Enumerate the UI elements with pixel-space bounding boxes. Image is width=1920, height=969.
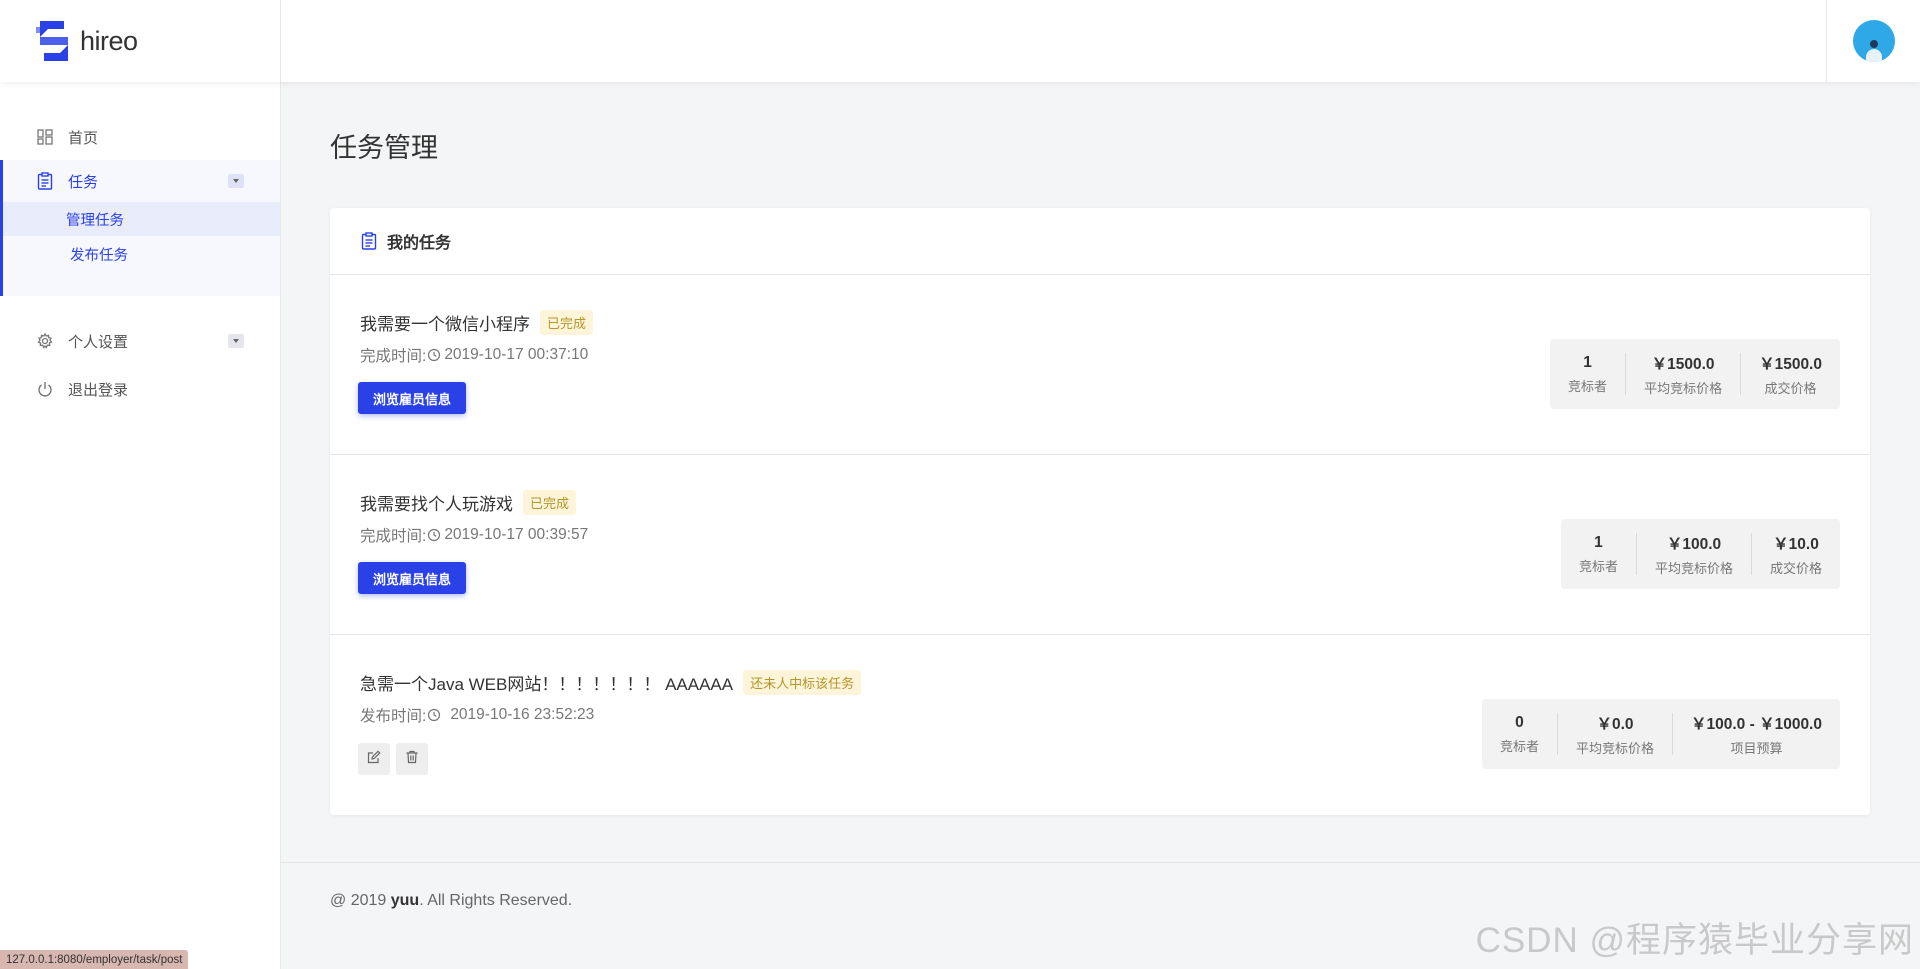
task-time: 发布时间: 2019-10-16 23:52:23 xyxy=(360,704,594,726)
clock-icon xyxy=(427,348,441,362)
sidebar-item-label: 退出登录 xyxy=(68,381,129,399)
brand-name: hireo xyxy=(80,25,138,56)
status-badge: 已完成 xyxy=(540,310,594,335)
task-row: 我需要一个微信小程序 已完成 完成时间: 2019-10-17 00:37:10… xyxy=(330,275,1870,455)
task-name[interactable]: 我需要找个人玩游戏 xyxy=(360,490,513,515)
time-value: 2019-10-17 00:39:57 xyxy=(444,526,589,543)
footer-divider xyxy=(281,862,1920,863)
time-label: 完成时间: xyxy=(360,348,427,365)
status-badge: 还未人中标该任务 xyxy=(743,670,862,695)
task-title: 急需一个Java WEB网站！！！！！！！ AAAAAA 还未人中标该任务 xyxy=(360,670,862,695)
sidebar-item-logout[interactable]: 退出登录 xyxy=(0,368,280,410)
sidebar: 首页 任务 管理任务 发布任务 个人设置 退出登录 xyxy=(0,82,281,969)
trash-icon xyxy=(405,750,419,769)
panel-header: 我的任务 xyxy=(330,208,1870,275)
task-stats: 1 竞标者 ￥100.0 平均竞标价格 ￥10.0 成交价格 xyxy=(1560,519,1840,589)
hireo-logo-icon xyxy=(34,19,74,63)
footer-author: yuu xyxy=(390,892,420,909)
top-header: hireo xyxy=(0,0,1920,82)
sidebar-item-label: 任务 xyxy=(68,173,99,191)
avatar[interactable] xyxy=(1852,20,1895,62)
panel-title: 我的任务 xyxy=(387,235,452,252)
sidebar-item-home[interactable]: 首页 xyxy=(0,116,280,158)
time-value: 2019-10-17 00:37:10 xyxy=(444,346,589,363)
edit-icon xyxy=(367,749,381,769)
clipboard-icon xyxy=(361,232,377,250)
task-time: 完成时间: 2019-10-17 00:39:57 xyxy=(360,524,588,546)
view-employee-button[interactable]: 浏览雇员信息 xyxy=(358,382,466,414)
delete-button[interactable] xyxy=(396,743,428,775)
time-value: 2019-10-16 23:52:23 xyxy=(450,706,595,723)
time-label: 发布时间: xyxy=(360,708,427,725)
task-title: 我需要找个人玩游戏 已完成 xyxy=(360,490,577,515)
time-label: 完成时间: xyxy=(360,528,427,545)
stat-avg-bid: ￥100.0 平均竞标价格 xyxy=(1635,533,1751,576)
task-stats: 0 竞标者 ￥0.0 平均竞标价格 ￥100.0 - ￥1000.0 项目预算 xyxy=(1481,699,1840,769)
sidebar-item-task[interactable]: 任务 xyxy=(0,160,280,202)
logo[interactable]: hireo xyxy=(0,0,281,82)
sidebar-item-settings[interactable]: 个人设置 xyxy=(0,320,280,362)
sidebar-item-label: 个人设置 xyxy=(68,333,129,351)
stat-bidders: 0 竞标者 xyxy=(1499,713,1539,754)
view-employee-button[interactable]: 浏览雇员信息 xyxy=(358,562,466,594)
task-name[interactable]: 急需一个Java WEB网站！！！！！！！ AAAAAA xyxy=(360,670,733,695)
stat-avg-bid: ￥0.0 平均竞标价格 xyxy=(1557,713,1672,756)
task-row: 急需一个Java WEB网站！！！！！！！ AAAAAA 还未人中标该任务 发布… xyxy=(330,635,1870,815)
task-row: 我需要找个人玩游戏 已完成 完成时间: 2019-10-17 00:39:57 … xyxy=(330,455,1870,635)
gear-icon xyxy=(36,332,54,350)
status-badge: 已完成 xyxy=(523,490,577,515)
dashboard-icon xyxy=(36,128,54,146)
my-tasks-panel: 我的任务 我需要一个微信小程序 已完成 完成时间: 2019-10-17 00:… xyxy=(330,208,1870,815)
stat-bidders: 1 竞标者 xyxy=(1578,533,1618,574)
status-bar-url: 127.0.0.1:8080/employer/task/post xyxy=(0,950,189,969)
stat-bidders: 1 竞标者 xyxy=(1568,353,1608,394)
stat-deal-price: ￥10.0 成交价格 xyxy=(1750,533,1840,576)
user-menu[interactable] xyxy=(1826,0,1920,82)
sidebar-task-group: 任务 管理任务 发布任务 xyxy=(0,160,280,296)
stat-avg-bid: ￥1500.0 平均竞标价格 xyxy=(1625,353,1740,396)
stat-budget: ￥100.0 - ￥1000.0 项目预算 xyxy=(1672,713,1840,756)
task-name[interactable]: 我需要一个微信小程序 xyxy=(360,310,530,335)
clipboard-icon xyxy=(36,172,54,190)
edit-button[interactable] xyxy=(358,743,390,775)
sidebar-subitem-manage-task[interactable]: 管理任务 xyxy=(3,202,280,236)
clock-icon xyxy=(427,708,441,722)
power-icon xyxy=(36,380,54,398)
task-stats: 1 竞标者 ￥1500.0 平均竞标价格 ￥1500.0 成交价格 xyxy=(1550,339,1840,409)
stat-deal-price: ￥1500.0 成交价格 xyxy=(1740,353,1840,396)
sidebar-item-label: 首页 xyxy=(68,129,99,147)
task-title: 我需要一个微信小程序 已完成 xyxy=(360,310,594,335)
chevron-down-icon[interactable] xyxy=(228,174,244,188)
page-title: 任务管理 xyxy=(330,133,438,163)
chevron-down-icon[interactable] xyxy=(228,334,244,348)
sidebar-subitem-post-task[interactable]: 发布任务 xyxy=(3,237,280,271)
footer-copyright: @ 2019 yuu. All Rights Reserved. xyxy=(330,892,573,909)
watermark: CSDN @程序猿毕业分享网 xyxy=(1475,921,1914,960)
clock-icon xyxy=(427,528,441,542)
task-time: 完成时间: 2019-10-17 00:37:10 xyxy=(360,344,588,366)
